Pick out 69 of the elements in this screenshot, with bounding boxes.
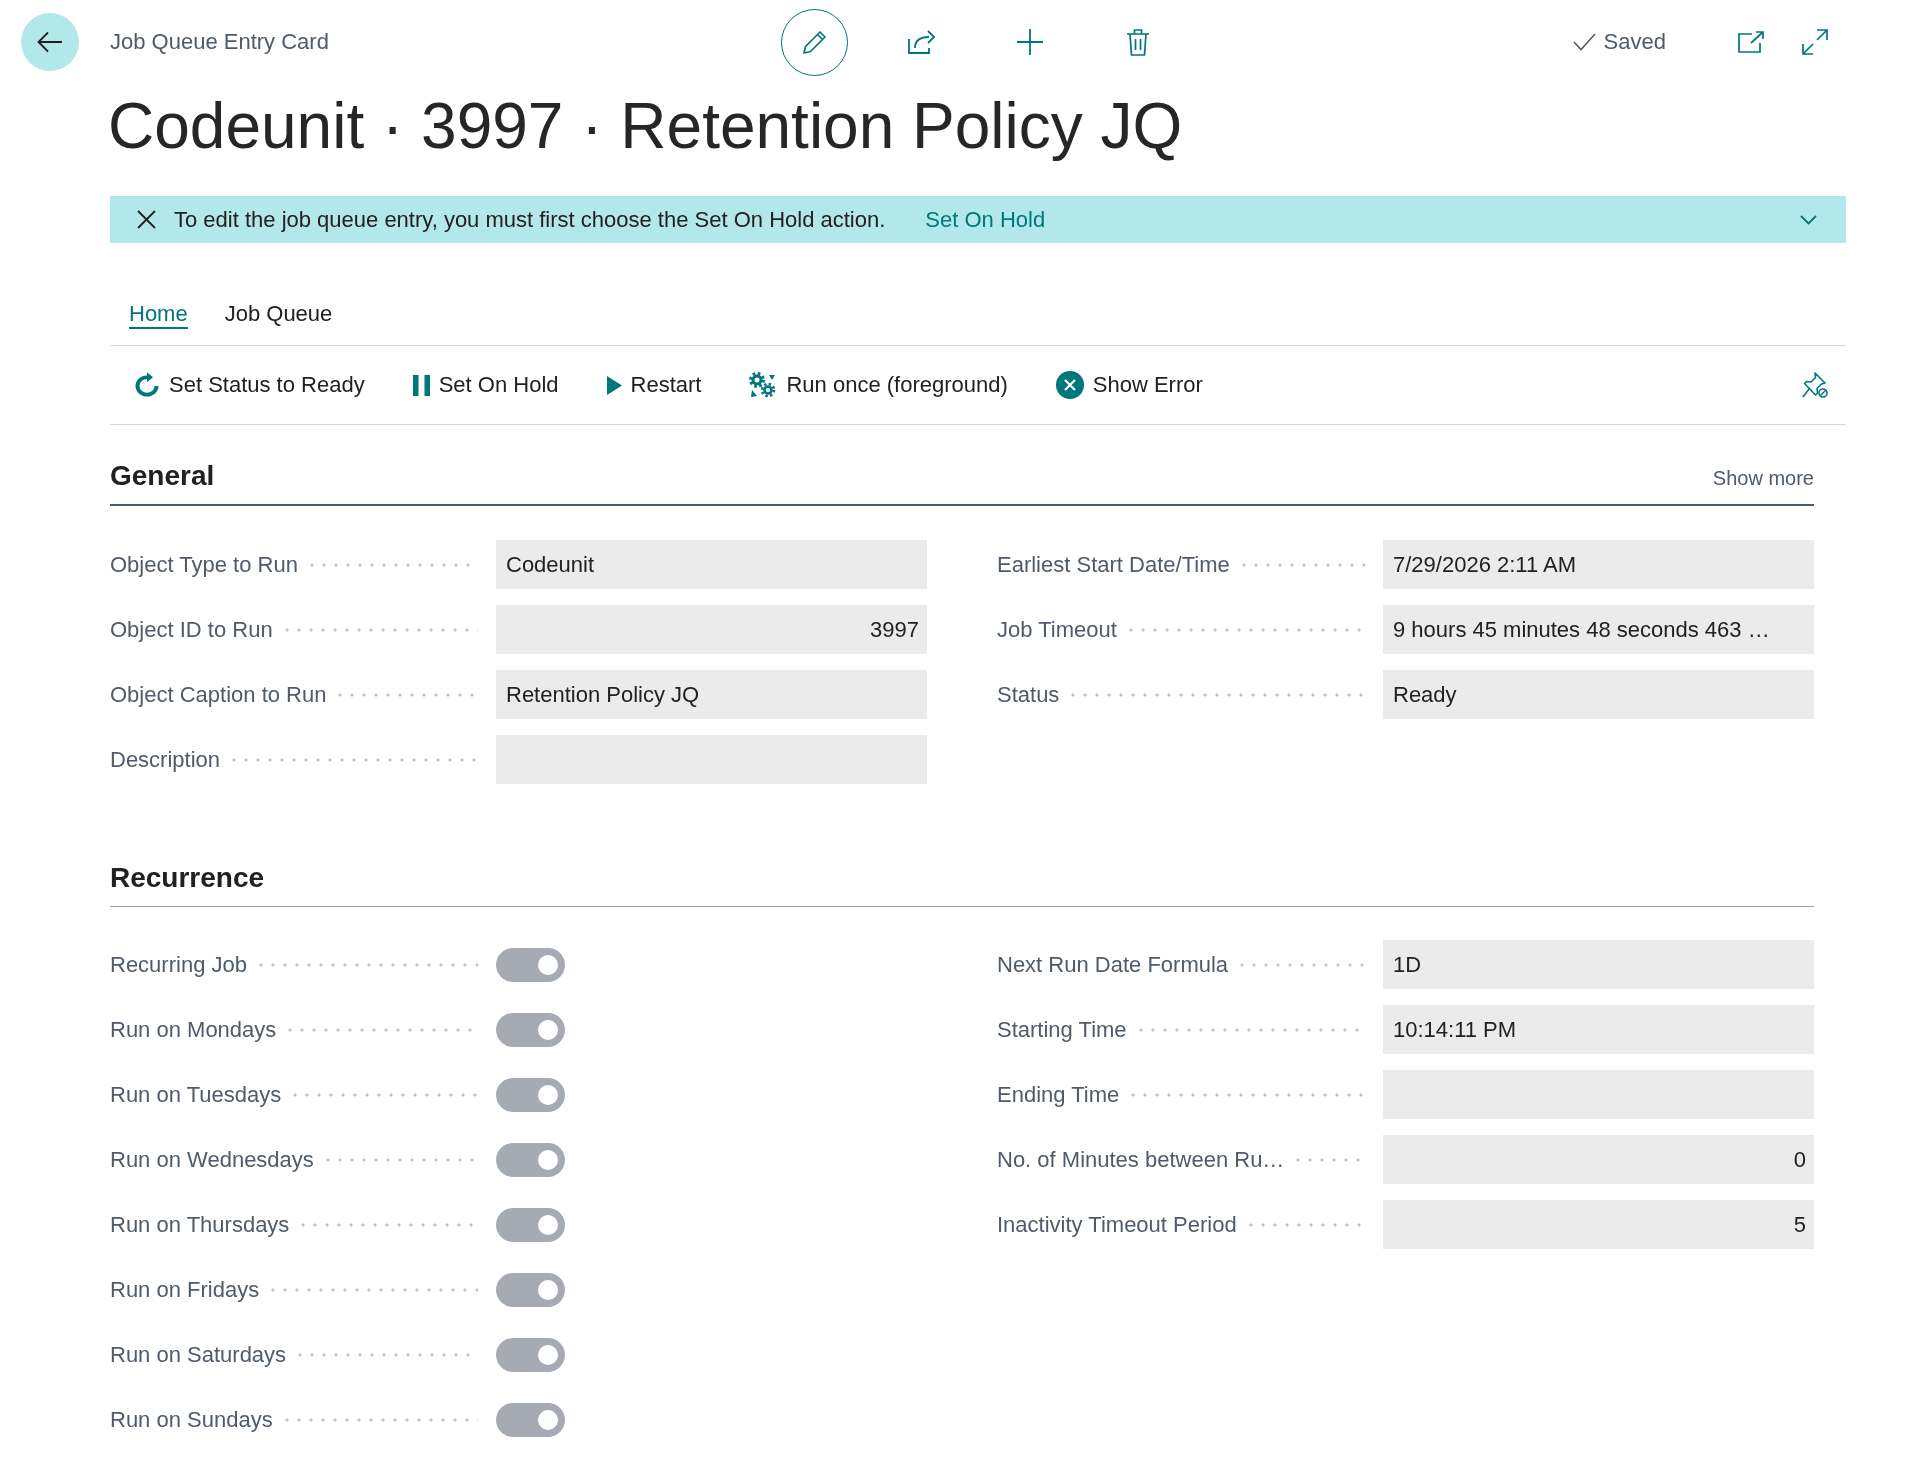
field-label: No. of Minutes between Ru… [997, 1146, 1285, 1173]
action-button[interactable]: Run once (foreground) [749, 372, 1008, 398]
field-label: Run on Wednesdays [110, 1146, 314, 1173]
toggle-switch[interactable] [496, 1337, 565, 1372]
action-button[interactable]: Restart [606, 372, 702, 398]
toggle-switch[interactable] [496, 1142, 565, 1177]
set-on-hold-link[interactable]: Set On Hold [925, 206, 1046, 233]
input-field[interactable]: 1D [1383, 940, 1814, 989]
input-field[interactable]: Ready [1383, 670, 1814, 719]
field-label: Inactivity Timeout Period [997, 1211, 1237, 1238]
field-label: Object Caption to Run [110, 681, 327, 708]
action-button[interactable]: Set Status to Ready [134, 372, 365, 398]
input-field[interactable]: 10:14:11 PM [1383, 1005, 1814, 1054]
pencil-icon [801, 29, 828, 55]
toggle-switch[interactable] [496, 947, 565, 982]
circular-arrow-icon [134, 372, 160, 398]
field-label: Object Type to Run [110, 551, 298, 578]
action-button[interactable]: Set On Hold [412, 372, 559, 398]
field-label: Next Run Date Formula [997, 951, 1229, 978]
play-icon [606, 375, 622, 395]
field-label: Status [997, 681, 1060, 708]
pause-icon [412, 374, 430, 396]
pin-icon[interactable] [1802, 372, 1828, 398]
input-field[interactable]: 0 [1383, 1135, 1814, 1184]
breadcrumb-title: Job Queue Entry Card [110, 29, 329, 55]
x-circle-icon [1055, 371, 1084, 399]
input-field[interactable]: 7/29/2026 2:11 AM [1383, 540, 1814, 589]
field-label: Run on Tuesdays [110, 1081, 282, 1108]
toggle-switch[interactable] [496, 1207, 565, 1242]
notification-message: To edit the job queue entry, you must first choose the Set On Hold action. [174, 206, 886, 233]
field-label: Run on Sundays [110, 1406, 273, 1433]
expand-arrows-icon[interactable] [1802, 29, 1828, 55]
field-label: Run on Saturdays [110, 1341, 287, 1368]
trash-icon[interactable] [1127, 28, 1149, 56]
section-heading: General [110, 459, 215, 493]
field-label: Object ID to Run [110, 616, 273, 643]
input-field[interactable]: Retention Policy JQ [496, 670, 927, 719]
toggle-switch[interactable] [496, 1077, 565, 1112]
field-label: Run on Thursdays [110, 1211, 290, 1238]
action-button[interactable]: Show Error [1055, 371, 1203, 399]
field-label: Earliest Start Date/Time [997, 551, 1230, 578]
field-label: Job Timeout [997, 616, 1117, 643]
input-field[interactable]: Codeunit [496, 540, 927, 589]
show-more-link[interactable]: Show more [1712, 461, 1814, 495]
toggle-switch[interactable] [496, 1272, 565, 1307]
field-label: Recurring Job [110, 951, 247, 978]
chevron-down-icon[interactable] [1800, 214, 1817, 225]
toggle-switch[interactable] [496, 1012, 565, 1047]
input-field[interactable]: 3997 [496, 605, 927, 654]
close-icon[interactable] [137, 210, 156, 229]
input-field[interactable]: 5 [1383, 1200, 1814, 1249]
section-heading: Recurrence [110, 861, 265, 895]
input-field[interactable]: 9 hours 45 minutes 48 seconds 463 … [1383, 605, 1814, 654]
field-label: Run on Fridays [110, 1276, 260, 1303]
tab[interactable]: Home [129, 293, 188, 329]
field-label: Starting Time [997, 1016, 1127, 1043]
pop-out-icon[interactable] [1738, 31, 1764, 53]
share-icon[interactable] [908, 30, 936, 54]
field-label: Run on Mondays [110, 1016, 277, 1043]
plus-icon[interactable] [1017, 29, 1043, 55]
gears-icon [749, 372, 778, 398]
check-icon [1572, 33, 1596, 51]
arrow-left-icon [37, 31, 63, 53]
field-label: Ending Time [997, 1081, 1120, 1108]
field-label: Description [110, 746, 221, 773]
saved-status: Saved [1603, 29, 1666, 55]
toggle-switch[interactable] [496, 1402, 565, 1437]
page-title: Codeunit · 3997 · Retention Policy JQ [108, 89, 1183, 164]
tab[interactable]: Job Queue [224, 293, 333, 329]
